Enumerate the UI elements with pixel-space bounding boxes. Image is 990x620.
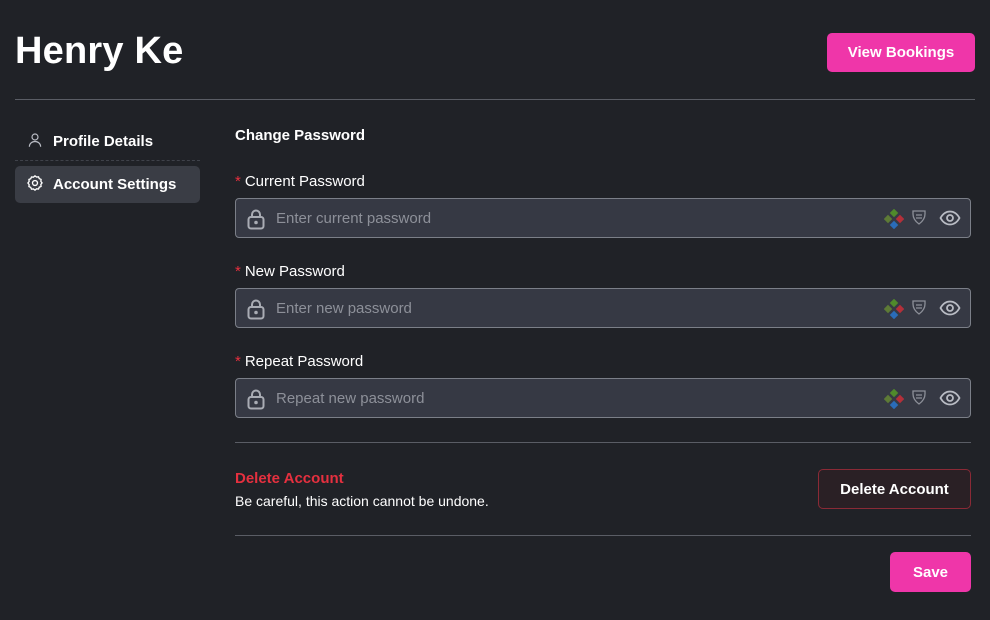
section-title: Change Password xyxy=(235,127,366,144)
header-divider xyxy=(15,99,975,100)
sidebar-item-label: Account Settings xyxy=(53,176,177,193)
repeat-password-label: * Repeat Password xyxy=(235,353,363,370)
section-divider xyxy=(235,442,971,443)
page-title: Henry Ke xyxy=(15,30,184,72)
required-mark: * xyxy=(235,353,241,370)
shield-icon[interactable] xyxy=(910,389,928,407)
footer-divider xyxy=(235,535,971,536)
sidebar-divider xyxy=(15,160,200,161)
new-password-input[interactable] xyxy=(276,289,876,327)
eye-icon[interactable] xyxy=(939,389,961,407)
sidebar-item-account-settings[interactable]: Account Settings xyxy=(15,166,200,203)
current-password-field xyxy=(235,198,971,238)
settings-sidebar: Profile Details Account Settings xyxy=(15,123,200,203)
lock-icon xyxy=(247,209,265,230)
view-bookings-button[interactable]: View Bookings xyxy=(827,33,975,72)
field-label-text: New Password xyxy=(244,263,345,280)
delete-account-button[interactable]: Delete Account xyxy=(818,469,971,509)
repeat-password-field xyxy=(235,378,971,418)
password-manager-icon[interactable] xyxy=(884,209,904,229)
current-password-label: * Current Password xyxy=(235,173,365,190)
shield-icon[interactable] xyxy=(910,209,928,227)
new-password-field xyxy=(235,288,971,328)
required-mark: * xyxy=(235,173,241,190)
new-password-label: * New Password xyxy=(235,263,345,280)
lock-icon xyxy=(247,389,265,410)
account-settings-page: Henry Ke View Bookings Profile Details A… xyxy=(0,0,990,620)
sidebar-item-label: Profile Details xyxy=(53,133,154,150)
lock-icon xyxy=(247,299,265,320)
password-manager-icon[interactable] xyxy=(884,389,904,409)
delete-account-description: Be careful, this action cannot be undone… xyxy=(235,493,489,509)
user-icon xyxy=(26,131,44,153)
field-label-text: Current Password xyxy=(244,173,365,190)
password-manager-icon[interactable] xyxy=(884,299,904,319)
delete-account-title: Delete Account xyxy=(235,470,344,487)
repeat-password-input[interactable] xyxy=(276,379,876,417)
sidebar-item-profile-details[interactable]: Profile Details xyxy=(15,123,200,160)
eye-icon[interactable] xyxy=(939,209,961,227)
current-password-input[interactable] xyxy=(276,199,876,237)
save-button[interactable]: Save xyxy=(890,552,971,592)
field-label-text: Repeat Password xyxy=(244,353,364,370)
required-mark: * xyxy=(235,263,241,280)
shield-icon[interactable] xyxy=(910,299,928,317)
gear-icon xyxy=(26,174,44,196)
eye-icon[interactable] xyxy=(939,299,961,317)
